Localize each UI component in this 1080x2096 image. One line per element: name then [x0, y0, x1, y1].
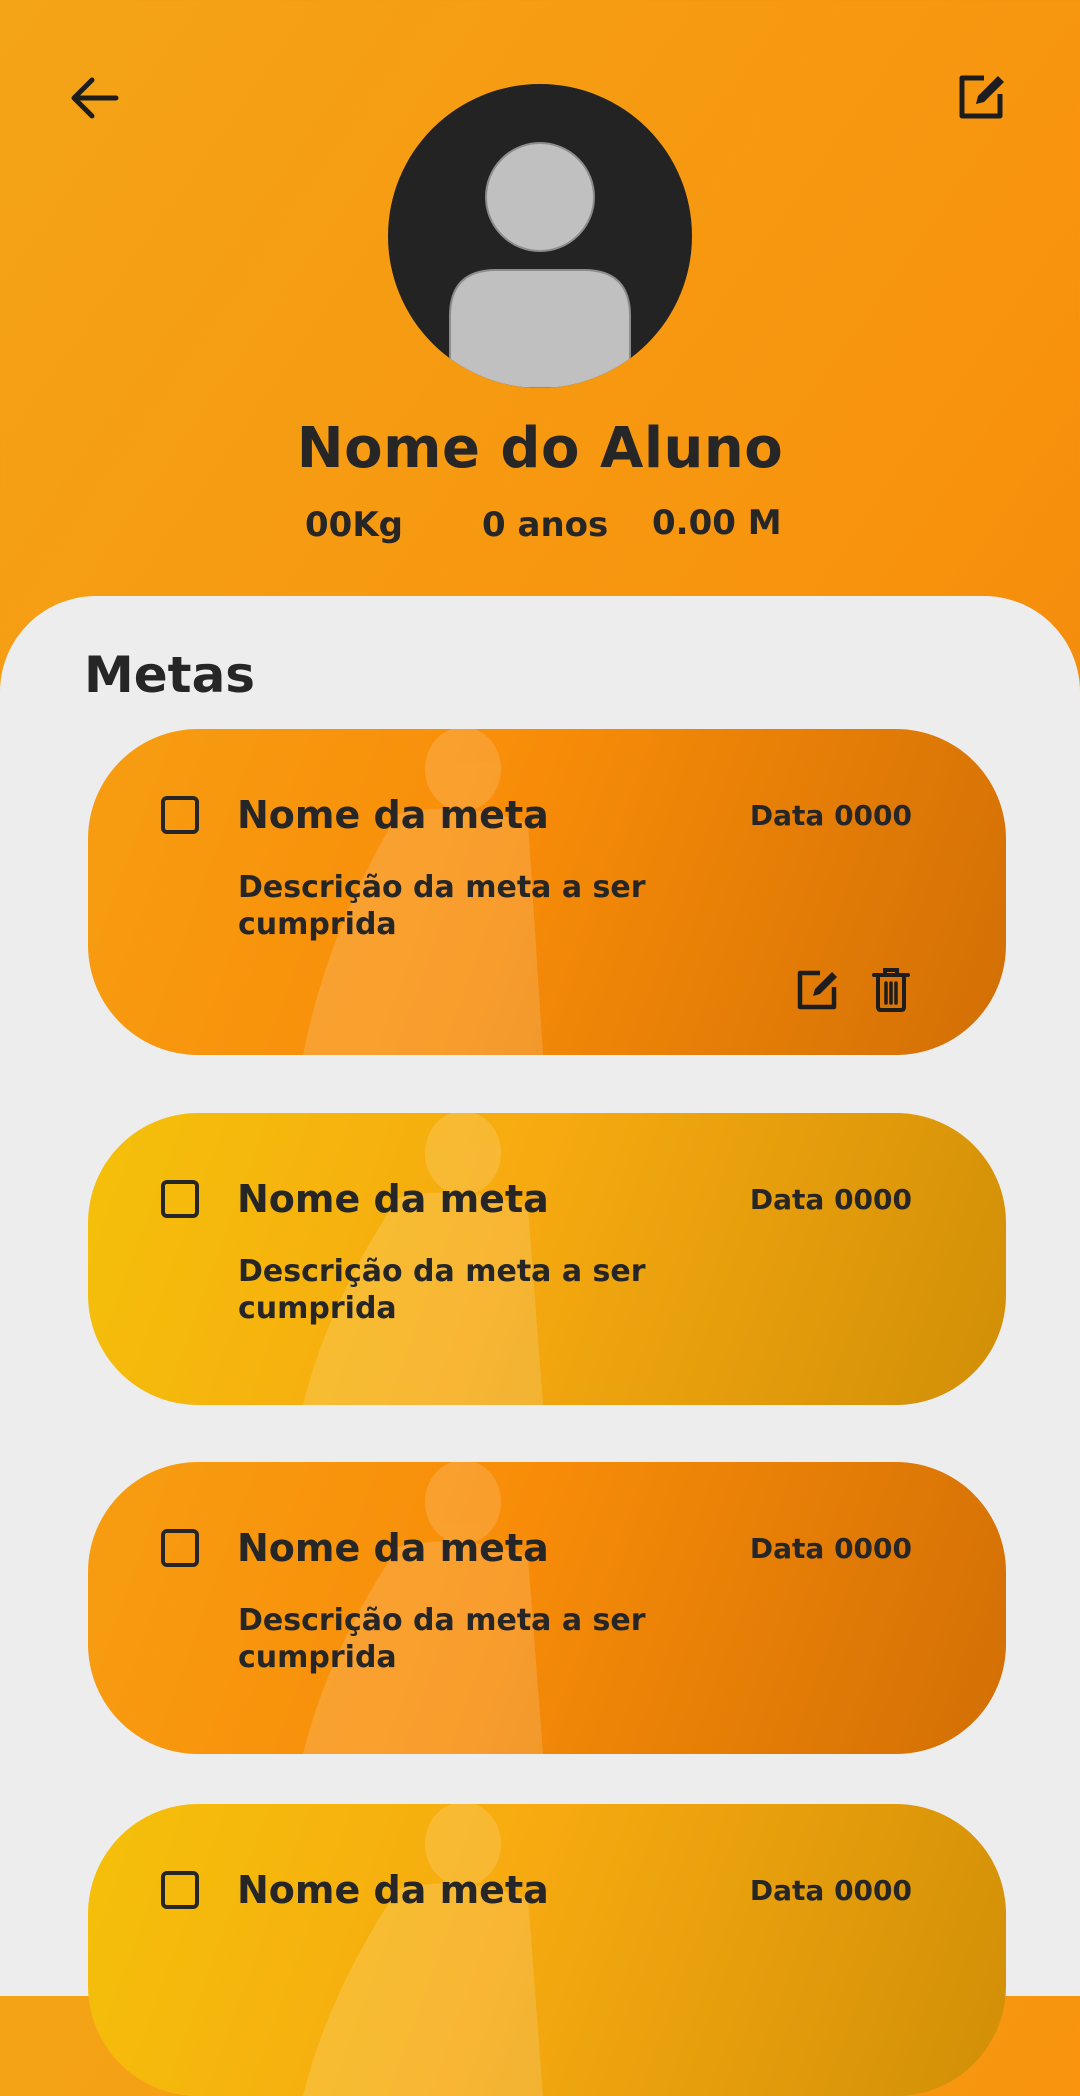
back-button[interactable]	[64, 70, 128, 126]
edit-icon	[959, 75, 1004, 119]
goal-description: Descrição da meta a ser cumprida	[238, 870, 646, 942]
profile-header: Nome do Aluno 00Kg 0 anos 0.00 M	[0, 0, 1080, 600]
goal-description: Descrição da meta a ser cumprida	[238, 1603, 646, 1675]
goal-card[interactable]: Nome da meta Data 0000 Descrição da meta…	[88, 1113, 1006, 1405]
goal-checkbox[interactable]	[161, 1871, 199, 1909]
goal-card[interactable]: Nome da meta Data 0000	[88, 1804, 1006, 2096]
goal-date: Data 0000	[749, 1183, 912, 1216]
goal-description: Descrição da meta a ser cumprida	[238, 1254, 646, 1326]
goal-edit-button[interactable]	[794, 965, 842, 1013]
age-stat: 0 anos	[482, 505, 609, 545]
weight-stat: 00Kg	[305, 505, 403, 545]
goal-name: Nome da meta	[237, 793, 549, 837]
goal-delete-button[interactable]	[870, 965, 912, 1013]
goal-name: Nome da meta	[237, 1177, 549, 1221]
goal-checkbox[interactable]	[161, 796, 199, 834]
height-stat: 0.00 M	[652, 503, 782, 543]
student-name: Nome do Aluno	[296, 416, 784, 481]
goal-card[interactable]: Nome da meta Data 0000 Descrição da meta…	[88, 729, 1006, 1055]
edit-profile-button[interactable]	[954, 68, 1010, 124]
goal-date: Data 0000	[749, 799, 912, 832]
goal-checkbox[interactable]	[161, 1180, 199, 1218]
user-silhouette-icon	[449, 142, 631, 388]
goal-date: Data 0000	[749, 1532, 912, 1565]
arrow-left-icon	[71, 77, 119, 119]
goal-date: Data 0000	[749, 1874, 912, 1907]
goal-name: Nome da meta	[237, 1868, 549, 1912]
goal-name: Nome da meta	[237, 1526, 549, 1570]
goal-card[interactable]: Nome da meta Data 0000 Descrição da meta…	[88, 1462, 1006, 1754]
avatar[interactable]	[388, 84, 692, 388]
edit-icon	[797, 970, 837, 1010]
trash-icon	[872, 968, 910, 1012]
athlete-background-image	[303, 1804, 543, 2096]
goals-section-title: Metas	[84, 646, 256, 704]
goal-checkbox[interactable]	[161, 1529, 199, 1567]
